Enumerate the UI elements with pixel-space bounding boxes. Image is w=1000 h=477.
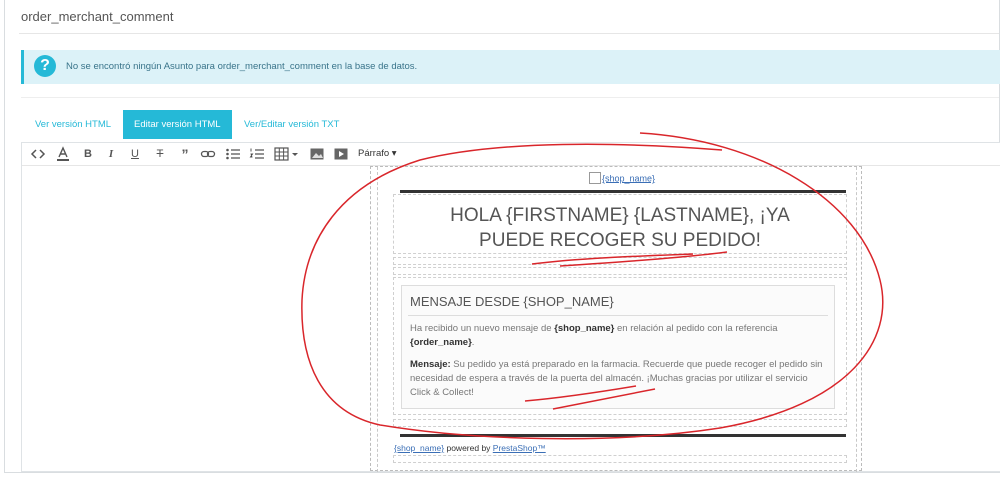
footer-brand-link[interactable]: PrestaShop™ xyxy=(493,443,546,453)
spacer-row xyxy=(393,455,847,463)
question-circle-icon: ? xyxy=(34,55,56,77)
info-alert: ? No se encontró ningún Asunto para orde… xyxy=(21,50,1000,84)
shop-name-var: {shop_name} xyxy=(554,323,615,334)
code-icon[interactable] xyxy=(30,146,46,162)
format-select-label: Párrafo xyxy=(358,148,390,159)
text-color-icon[interactable] xyxy=(56,146,70,162)
numbered-list-icon[interactable] xyxy=(249,146,265,162)
footer-powered-text: powered by xyxy=(444,443,493,453)
editor-content[interactable]: {shop_name} HOLA {FIRSTNAME} {LASTNAME},… xyxy=(22,166,1000,473)
media-icon[interactable] xyxy=(333,146,349,162)
divider xyxy=(408,315,828,316)
footer-bar xyxy=(400,434,846,437)
message-block: MENSAJE DESDE {SHOP_NAME} Ha recibido un… xyxy=(393,277,847,415)
order-name-var: {order_name} xyxy=(410,337,472,348)
email-body: {shop_name} HOLA {FIRSTNAME} {LASTNAME},… xyxy=(377,167,857,472)
table-icon[interactable] xyxy=(274,146,300,162)
greeting-line-1: HOLA {FIRSTNAME} {LASTNAME}, ¡YA xyxy=(450,205,790,226)
header-bar xyxy=(400,190,846,193)
greeting-line-2: PUEDE RECOGER SU PEDIDO! xyxy=(479,230,761,251)
shop-logo-text: {shop_name} xyxy=(602,173,656,184)
spacer-row xyxy=(393,257,847,265)
email-preview: {shop_name} HOLA {FIRSTNAME} {LASTNAME},… xyxy=(370,166,862,472)
image-icon[interactable] xyxy=(309,146,325,162)
tab-edit-html[interactable]: Editar versión HTML xyxy=(123,110,232,139)
intro-text: . xyxy=(471,337,475,348)
panel-title: order_merchant_comment xyxy=(21,9,174,24)
bullet-list-icon[interactable] xyxy=(225,146,241,162)
blockquote-icon[interactable]: ” xyxy=(178,146,192,162)
message-content: Mensaje: Su pedido ya está preparado en … xyxy=(410,358,826,400)
html-editor[interactable]: B I U T ” Párrafo ▾ {shop_name} HOLA {FI… xyxy=(21,142,1000,472)
intro-text: Ha recibido un nuevo mensaje de xyxy=(410,323,555,334)
email-template-panel: order_merchant_comment ? No se encontró … xyxy=(4,0,1000,473)
greeting-title: HOLA {FIRSTNAME} {LASTNAME}, ¡YA PUEDE R… xyxy=(394,203,846,253)
divider xyxy=(21,97,999,98)
divider xyxy=(19,33,999,34)
greeting-block: HOLA {FIRSTNAME} {LASTNAME}, ¡YA PUEDE R… xyxy=(393,194,847,254)
footer-shop-link[interactable]: {shop_name} xyxy=(394,443,444,453)
message-box: MENSAJE DESDE {SHOP_NAME} Ha recibido un… xyxy=(401,285,835,409)
alert-text: No se encontró ningún Asunto para order_… xyxy=(66,61,418,72)
bold-icon[interactable]: B xyxy=(82,146,94,162)
underline-icon[interactable]: U xyxy=(128,146,142,162)
format-select[interactable]: Párrafo ▾ xyxy=(358,146,406,162)
intro-text: en relación al pedido con la referencia xyxy=(614,323,778,334)
italic-icon[interactable]: I xyxy=(105,146,117,162)
editor-toolbar: B I U T ” Párrafo ▾ xyxy=(22,143,1000,166)
message-title: MENSAJE DESDE {SHOP_NAME} xyxy=(410,294,614,309)
email-footer: {shop_name} powered by PrestaShop™ xyxy=(394,443,546,453)
tab-view-html[interactable]: Ver versión HTML xyxy=(24,110,122,139)
message-text: Su pedido ya está preparado en la farmac… xyxy=(410,359,823,398)
shop-logo: {shop_name} xyxy=(589,172,656,185)
spacer-row xyxy=(393,267,847,275)
message-intro: Ha recibido un nuevo mensaje de {shop_na… xyxy=(410,322,826,350)
link-icon[interactable] xyxy=(200,146,216,162)
tab-edit-txt[interactable]: Ver/Editar versión TXT xyxy=(233,110,350,139)
broken-image-icon xyxy=(589,172,601,184)
spacer-row xyxy=(393,419,847,427)
message-label: Mensaje: xyxy=(410,359,451,370)
strikethrough-icon[interactable]: T xyxy=(153,146,167,162)
